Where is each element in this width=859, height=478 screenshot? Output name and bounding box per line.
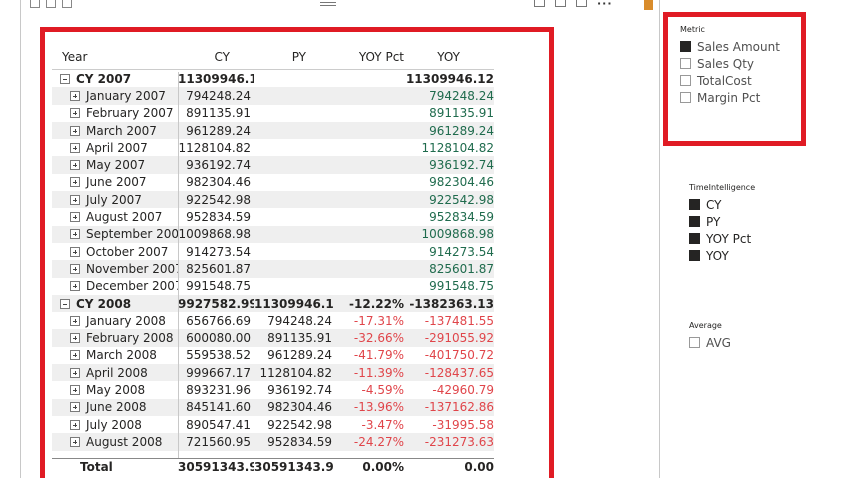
slicer-title: Average	[689, 321, 722, 330]
checkbox[interactable]	[689, 337, 700, 348]
slicer-item-label: YOY	[706, 248, 729, 263]
slicer-item[interactable]: YOY	[689, 247, 755, 264]
checkbox[interactable]	[689, 250, 700, 261]
slicer-item[interactable]: TotalCost	[680, 72, 780, 89]
slicer-item[interactable]: Sales Qty	[680, 55, 780, 72]
metric-slicer: Metric Sales Amount Sales Qty TotalCost Mar…	[680, 25, 780, 106]
checkbox[interactable]	[680, 75, 691, 86]
slicer-item-label: Sales Qty	[697, 56, 755, 71]
checkbox[interactable]	[680, 92, 691, 103]
slicer-item-label: TotalCost	[697, 73, 752, 88]
slicer-title: Metric	[680, 25, 705, 34]
slicer-item[interactable]: YOY Pct	[689, 230, 755, 247]
checkbox[interactable]	[680, 58, 691, 69]
slicer-item-label: PY	[706, 214, 721, 229]
slicer-item[interactable]: CY	[689, 196, 755, 213]
slicer-item-label: AVG	[706, 335, 731, 350]
average-slicer: Average AVG	[689, 321, 731, 351]
highlight-box-matrix	[40, 27, 554, 478]
slicer-item[interactable]: PY	[689, 213, 755, 230]
slicer-item-label: CY	[706, 197, 722, 212]
slicer-title: TimeIntelligence	[689, 183, 756, 192]
slicer-item[interactable]: AVG	[689, 334, 731, 351]
checkbox[interactable]	[689, 233, 700, 244]
slicer-item-label: Sales Amount	[697, 39, 780, 54]
checkbox[interactable]	[689, 199, 700, 210]
slicer-item[interactable]: Margin Pct	[680, 89, 780, 106]
slicer-item-label: YOY Pct	[706, 231, 752, 246]
checkbox[interactable]	[680, 41, 691, 52]
time-intelligence-slicer: TimeIntelligence CY PY YOY Pct YOY	[689, 183, 755, 264]
slicer-item-label: Margin Pct	[697, 90, 761, 105]
slicer-item[interactable]: Sales Amount	[680, 38, 780, 55]
checkbox[interactable]	[689, 216, 700, 227]
